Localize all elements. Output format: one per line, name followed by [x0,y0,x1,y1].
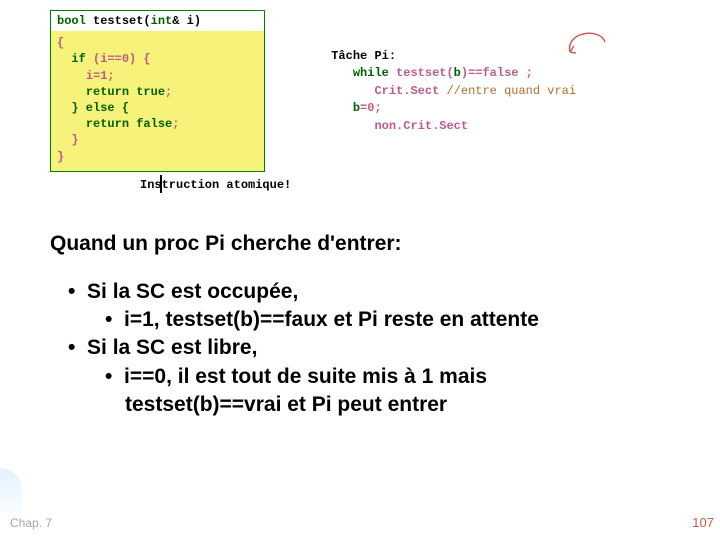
task-l3-rest: =0; [360,101,382,115]
task-l2: Crit.Sect //entre quand vrai [331,83,576,100]
code-l4: return true; [57,84,258,100]
code-l8: } [57,149,258,165]
kw-while: while [353,66,389,80]
bullet-a1-text: i=1, testset(b)==faux et Pi reste en att… [124,308,539,331]
kw-if: if [71,52,85,66]
code-l3: i=1; [57,68,258,84]
code-signature: bool testset(int& i) [51,11,264,31]
code-l7-text: } [71,133,78,147]
task-l1-rest: testset( [389,66,454,80]
task-l2-comment: //entre quand vrai [439,84,576,98]
task-l4: non.Crit.Sect [331,118,576,135]
task-l3: b=0; [331,100,576,117]
bullet-a1: • i=1, testset(b)==faux et Pi reste en a… [105,306,720,334]
kw-return-true: return true [86,85,165,99]
accent-bar [0,468,22,523]
task-l1: while testset(b)==false ; [331,65,576,82]
code-l2-rest: (i==0) { [86,52,151,66]
code-l7: } [57,132,258,148]
task-code: Tâche Pi: while testset(b)==false ; Crit… [331,48,576,135]
arrow-down-icon [160,175,162,193]
task-l1-tail: )==false ; [461,66,533,80]
footer-chapter: Chap. 7 [10,516,52,530]
bullet-a: • Si la SC est occupée, [68,278,720,306]
kw-int: int [151,14,173,28]
testset-code-box: bool testset(int& i) { if (i==0) { i=1; … [50,10,265,172]
bullet-b1-text: i==0, il est tout de suite mis à 1 mais [124,365,487,388]
kw-bool: bool [57,14,86,28]
footer-page-number: 107 [692,515,714,530]
bullet-list: • Si la SC est occupée, • i=1, testset(b… [50,278,720,420]
code-l6: return false; [57,116,258,132]
sig-name: testset( [93,14,151,28]
bullet-b-text: Si la SC est libre, [87,336,257,359]
code-l2: if (i==0) { [57,51,258,67]
bullet-b1c: testset(b)==vrai et Pi peut entrer [125,391,720,419]
loop-arrow-icon [560,22,620,62]
sig-rest: & i) [172,14,201,28]
code-l4-rest: ; [165,85,172,99]
code-l1: { [57,35,258,51]
kw-else: } else { [71,101,129,115]
bullet-b1c-text: testset(b)==vrai et Pi peut entrer [125,393,447,416]
task-l3-var: b [353,101,360,115]
code-l3-text: i=1; [86,69,115,83]
bullet-b1: • i==0, il est tout de suite mis à 1 mai… [105,363,720,391]
slide-heading: Quand un proc Pi cherche d'entrer: [50,232,720,256]
task-l1-var: b [454,66,461,80]
bullet-a-text: Si la SC est occupée, [87,280,298,303]
task-l4-text: non.Crit.Sect [374,119,468,133]
atomic-label: Instruction atomique! [140,178,291,192]
task-l2-text: Crit.Sect [374,84,439,98]
bullet-b: • Si la SC est libre, [68,334,720,362]
code-l6-rest: ; [172,117,179,131]
code-l5: } else { [57,100,258,116]
kw-return-false: return false [86,117,172,131]
task-title: Tâche Pi: [331,48,576,65]
